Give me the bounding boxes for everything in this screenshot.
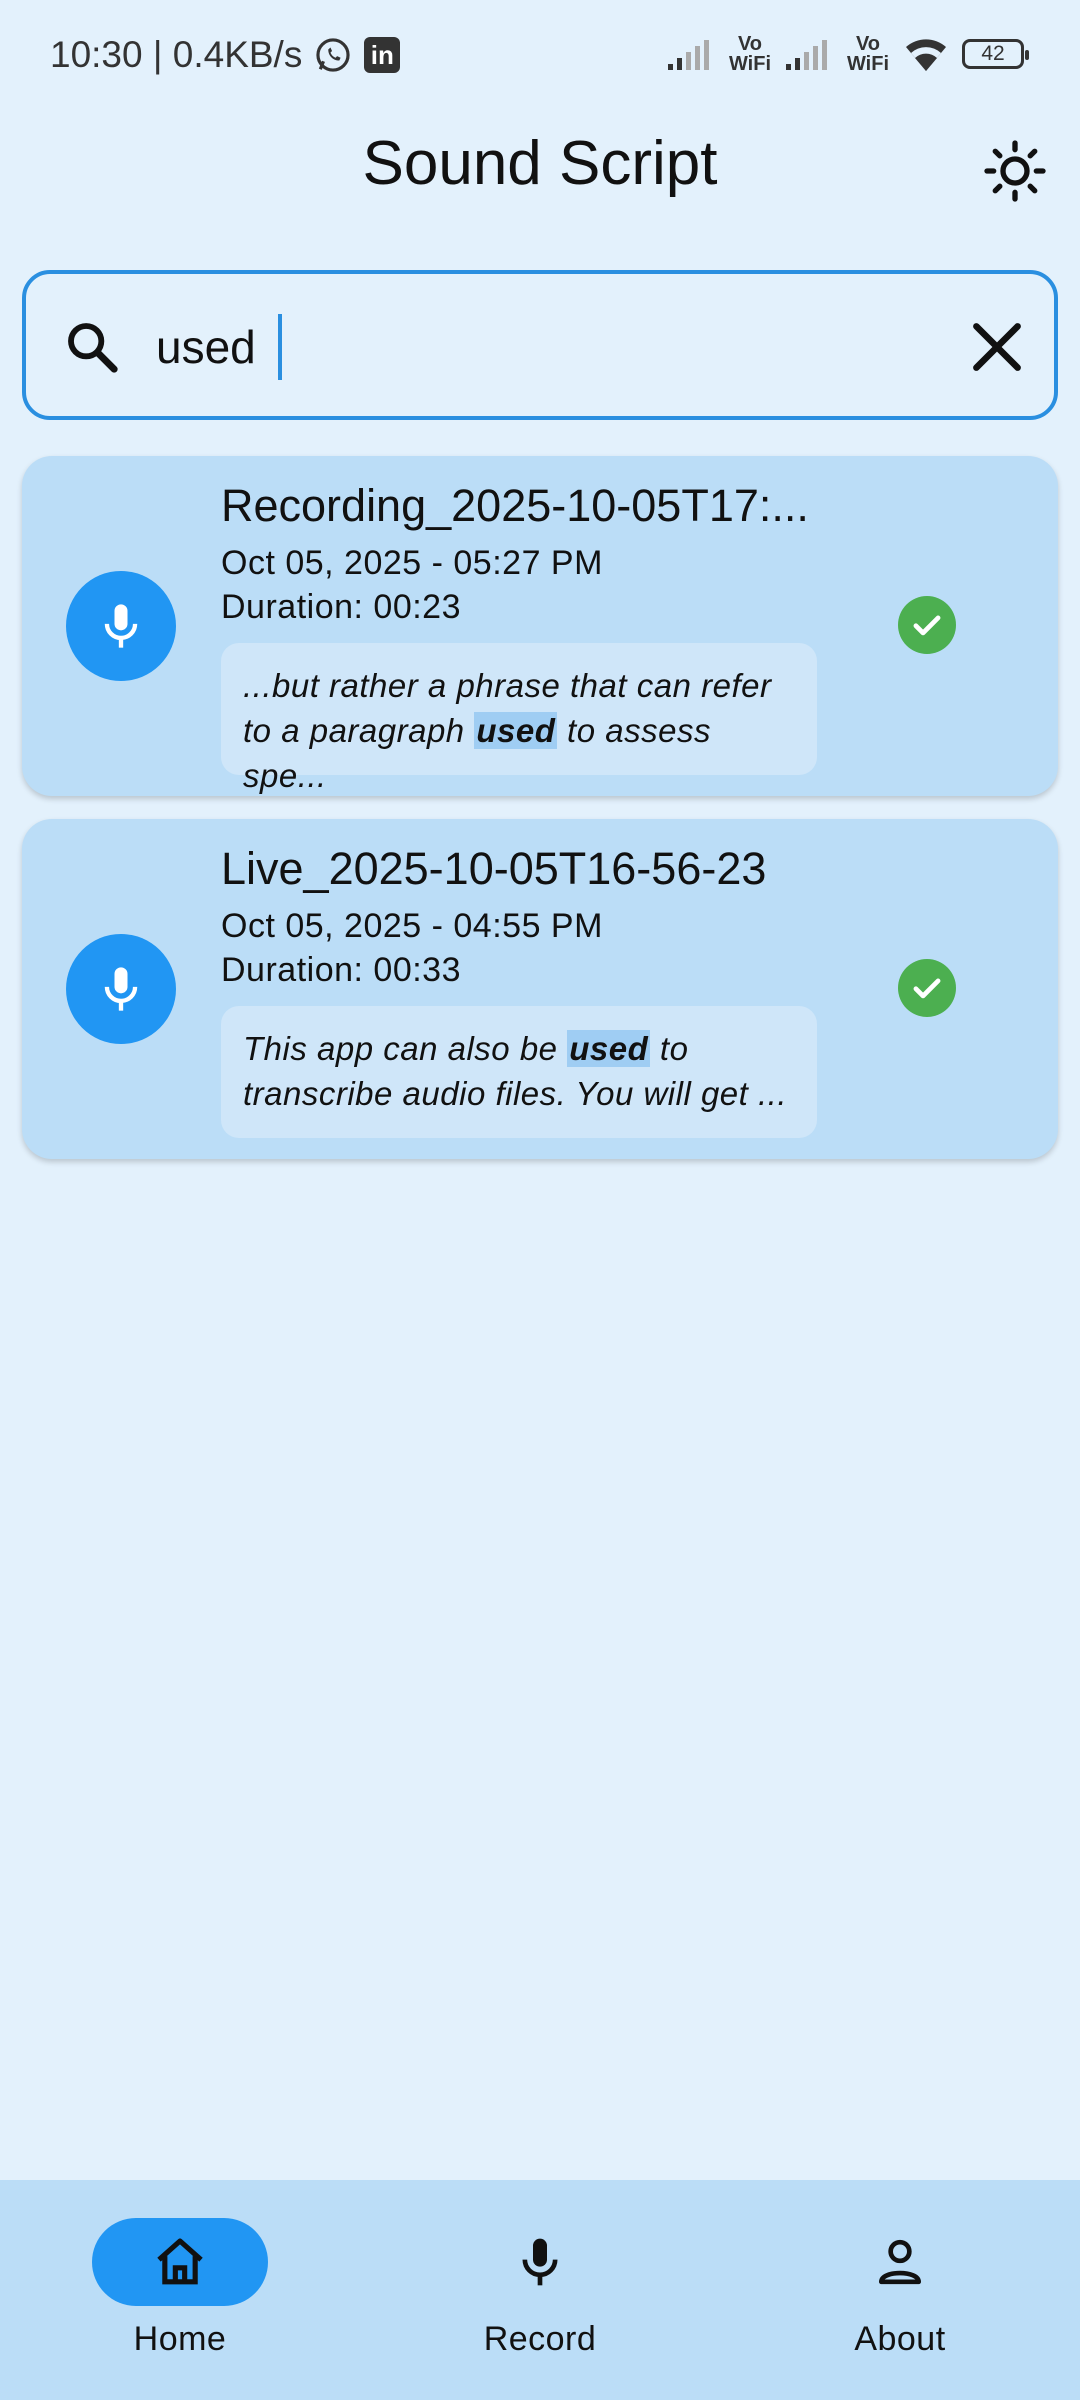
nav-item-record[interactable]: Record	[390, 2218, 690, 2359]
wifi-icon	[906, 39, 946, 71]
theme-toggle-button[interactable]	[982, 138, 1048, 204]
search-input[interactable]	[156, 312, 956, 382]
vowifi-label-2: Vo WiFi	[846, 33, 890, 75]
bottom-navigation: Home Record About	[0, 2180, 1080, 2400]
nav-item-home[interactable]: Home	[30, 2218, 330, 2359]
search-icon	[68, 323, 118, 373]
signal-icon-2	[786, 40, 827, 70]
recording-title: Live_2025-10-05T16-56-23	[221, 843, 767, 894]
nav-item-about[interactable]: About	[750, 2218, 1050, 2359]
linkedin-icon: in	[364, 37, 401, 73]
vowifi-label-1: Vo WiFi	[728, 33, 772, 75]
nav-record-pill[interactable]	[452, 2218, 628, 2306]
recording-card[interactable]: Live_2025-10-05T16-56-23 Oct 05, 2025 - …	[22, 819, 1058, 1159]
recording-date: Oct 05, 2025 - 05:27 PM	[221, 544, 603, 582]
microphone-icon	[522, 2238, 558, 2286]
transcript-snippet: ...but rather a phrase that can refer to…	[221, 643, 817, 794]
recording-duration: Duration: 00:23	[221, 588, 461, 626]
check-icon	[898, 959, 956, 1017]
recording-avatar	[66, 571, 176, 681]
nav-about-pill[interactable]	[812, 2218, 988, 2306]
recording-duration: Duration: 00:33	[221, 951, 461, 989]
recording-title: Recording_2025-10-05T17:...	[221, 480, 809, 531]
microphone-icon	[104, 604, 138, 648]
battery-indicator: 42	[962, 39, 1029, 69]
search-match-highlight: used	[567, 1030, 651, 1067]
snippet-text: This app can also be	[243, 1030, 568, 1067]
recording-avatar	[66, 934, 176, 1044]
nav-label-about: About	[854, 2320, 946, 2358]
status-right: Vo WiFi Vo WiFi 42	[666, 33, 1029, 75]
text-caret	[278, 314, 282, 380]
person-icon	[879, 2239, 921, 2285]
home-icon	[157, 2238, 203, 2285]
status-bar: 10:30 | 0.4KB/s in Vo WiFi Vo WiFi 42	[0, 0, 1080, 115]
recording-date: Oct 05, 2025 - 04:55 PM	[221, 907, 603, 945]
status-left: 10:30 | 0.4KB/s in	[50, 34, 401, 76]
page-title: Sound Script	[362, 129, 718, 198]
search-bar[interactable]	[22, 270, 1058, 420]
sun-icon	[984, 140, 1046, 202]
nav-label-home: Home	[133, 2320, 227, 2358]
close-icon[interactable]	[966, 316, 1028, 378]
whatsapp-icon	[316, 38, 350, 72]
nav-home-pill[interactable]	[92, 2218, 268, 2306]
search-match-highlight: used	[474, 712, 558, 749]
signal-icon	[668, 40, 709, 70]
nav-label-record: Record	[483, 2320, 597, 2358]
status-time-speed: 10:30 | 0.4KB/s	[50, 34, 303, 75]
check-icon	[898, 596, 956, 654]
transcript-snippet: This app can also be used to transcribe …	[221, 1006, 817, 1138]
recording-card[interactable]: Recording_2025-10-05T17:... Oct 05, 2025…	[22, 456, 1058, 796]
microphone-icon	[104, 967, 138, 1011]
